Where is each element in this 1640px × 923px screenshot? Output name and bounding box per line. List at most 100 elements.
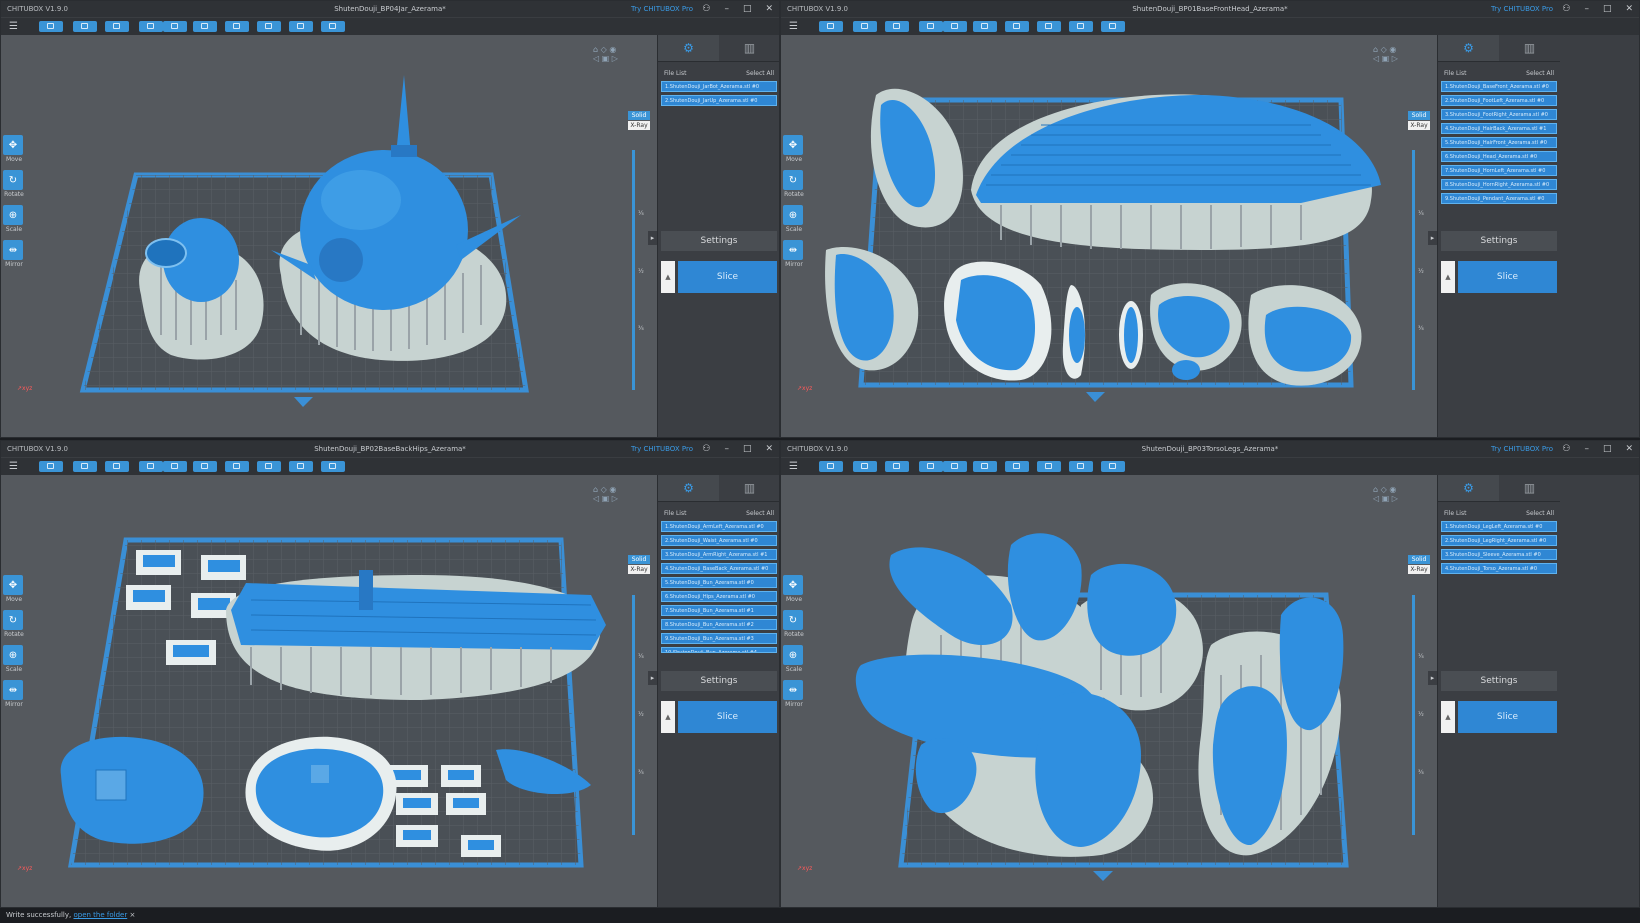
panel-collapse-button[interactable]: ▸: [1428, 231, 1437, 245]
cut-button[interactable]: [105, 21, 129, 32]
support-button[interactable]: [1069, 461, 1093, 472]
try-pro-link[interactable]: Try CHITUBOX Pro: [631, 445, 693, 453]
machine-button[interactable]: [1005, 461, 1029, 472]
view-cube[interactable]: ⌂ ◇ ◉ ◁ ▣ ▷: [593, 45, 618, 63]
machine-button[interactable]: [225, 21, 249, 32]
file-list-item[interactable]: 2.ShutenDouji_LegRight_Azerama.stl #0: [1441, 535, 1557, 546]
panel-collapse-button[interactable]: ▸: [648, 671, 657, 685]
layer-slider[interactable]: [1412, 595, 1415, 835]
undo-button[interactable]: [919, 21, 943, 32]
open-file-button[interactable]: [819, 461, 843, 472]
file-list-item[interactable]: 2.ShutenDouji_JarUp_Azerama.stl #0: [661, 95, 777, 106]
support-button[interactable]: [289, 461, 313, 472]
layout-button[interactable]: [1101, 461, 1125, 472]
close-icon[interactable]: ✕: [1625, 444, 1633, 454]
file-list-item[interactable]: 9.ShutenDouji_Pendant_Azerama.stl #0: [1441, 193, 1557, 204]
tab-settings-icon[interactable]: ⚙: [658, 475, 719, 501]
rotate-tool-button[interactable]: ↻: [3, 610, 23, 630]
machine-button[interactable]: [225, 461, 249, 472]
select-all-button[interactable]: Select All: [746, 510, 774, 517]
move-tool-button[interactable]: ✥: [3, 575, 23, 595]
mirror-tool-button[interactable]: ⇹: [3, 240, 23, 260]
redo-button[interactable]: [163, 461, 187, 472]
rotate-tool-button[interactable]: ↻: [783, 170, 803, 190]
xray-mode[interactable]: X-Ray: [1408, 121, 1430, 130]
open-file-button[interactable]: [39, 461, 63, 472]
user-icon[interactable]: ⚇: [1562, 4, 1570, 14]
slice-options-icon[interactable]: ▲: [1441, 261, 1455, 293]
file-list-item[interactable]: 1.ShutenDouji_LegLeft_Azerama.stl #0: [1441, 521, 1557, 532]
menu-icon[interactable]: ☰: [789, 461, 798, 472]
mirror-tool-button[interactable]: ⇹: [783, 680, 803, 700]
settings-button[interactable]: [193, 461, 217, 472]
maximize-icon[interactable]: □: [743, 4, 752, 14]
save-button[interactable]: [853, 21, 877, 32]
view-mode-toggle[interactable]: Solid X-Ray: [628, 111, 650, 130]
try-pro-link[interactable]: Try CHITUBOX Pro: [1491, 445, 1553, 453]
file-list-item[interactable]: 7.ShutenDouji_HornLeft_Azerama.stl #0: [1441, 165, 1557, 176]
maximize-icon[interactable]: □: [1603, 4, 1612, 14]
try-pro-link[interactable]: Try CHITUBOX Pro: [631, 5, 693, 13]
redo-button[interactable]: [943, 21, 967, 32]
hollow-button[interactable]: [1037, 461, 1061, 472]
xray-mode[interactable]: X-Ray: [628, 121, 650, 130]
3d-viewport[interactable]: ✥ Move ↻ Rotate ⊕ Scale ⇹ Mirror ⌂ ◇ ◉ ◁ ▣ ▷ …: [781, 35, 1437, 437]
settings-button[interactable]: [973, 21, 997, 32]
undo-button[interactable]: [139, 21, 163, 32]
file-list-item[interactable]: 9.ShutenDouji_Bun_Azerama.stl #3: [661, 633, 777, 644]
file-list-item[interactable]: 5.ShutenDouji_Bun_Azerama.stl #0: [661, 577, 777, 588]
view-mode-toggle[interactable]: Solid X-Ray: [1408, 555, 1430, 574]
view-mode-toggle[interactable]: Solid X-Ray: [1408, 111, 1430, 130]
file-list-item[interactable]: 8.ShutenDouji_Bun_Azerama.stl #2: [661, 619, 777, 630]
file-list-item[interactable]: 4.ShutenDouji_Torso_Azerama.stl #0: [1441, 563, 1557, 574]
user-icon[interactable]: ⚇: [702, 444, 710, 454]
file-list-item[interactable]: 1.ShutenDouji_ArmLeft_Azerama.stl #0: [661, 521, 777, 532]
machine-button[interactable]: [1005, 21, 1029, 32]
solid-mode[interactable]: Solid: [1408, 555, 1430, 564]
rotate-tool-button[interactable]: ↻: [783, 610, 803, 630]
settings-button[interactable]: Settings: [1441, 671, 1557, 691]
status-close-icon[interactable]: ×: [129, 911, 135, 919]
redo-button[interactable]: [943, 461, 967, 472]
file-list-item[interactable]: 3.ShutenDouji_FootRight_Azerama.stl #0: [1441, 109, 1557, 120]
solid-mode[interactable]: Solid: [628, 555, 650, 564]
hollow-button[interactable]: [257, 21, 281, 32]
scale-tool-button[interactable]: ⊕: [783, 645, 803, 665]
cut-button[interactable]: [885, 461, 909, 472]
slice-button[interactable]: Slice: [1458, 261, 1557, 293]
slice-options-icon[interactable]: ▲: [1441, 701, 1455, 733]
user-icon[interactable]: ⚇: [702, 4, 710, 14]
mirror-tool-button[interactable]: ⇹: [3, 680, 23, 700]
view-cube[interactable]: ⌂ ◇ ◉ ◁ ▣ ▷: [1373, 485, 1398, 503]
settings-button[interactable]: [193, 21, 217, 32]
menu-icon[interactable]: ☰: [9, 21, 18, 32]
close-icon[interactable]: ✕: [765, 4, 773, 14]
3d-viewport[interactable]: ✥ Move ↻ Rotate ⊕ Scale ⇹ Mirror ⌂ ◇ ◉ ◁ ▣ ▷ …: [1, 475, 657, 907]
xray-mode[interactable]: X-Ray: [628, 565, 650, 574]
redo-button[interactable]: [163, 21, 187, 32]
support-button[interactable]: [289, 21, 313, 32]
undo-button[interactable]: [139, 461, 163, 472]
file-list-item[interactable]: 4.ShutenDouji_BaseBack_Azerama.stl #0: [661, 563, 777, 574]
settings-button[interactable]: [973, 461, 997, 472]
tab-settings-icon[interactable]: ⚙: [1438, 475, 1499, 501]
maximize-icon[interactable]: □: [1603, 444, 1612, 454]
file-list-item[interactable]: 5.ShutenDouji_HairFront_Azerama.stl #0: [1441, 137, 1557, 148]
slice-options-icon[interactable]: ▲: [661, 701, 675, 733]
support-button[interactable]: [1069, 21, 1093, 32]
settings-button[interactable]: Settings: [1441, 231, 1557, 251]
open-file-button[interactable]: [819, 21, 843, 32]
select-all-button[interactable]: Select All: [746, 70, 774, 77]
cut-button[interactable]: [105, 461, 129, 472]
layer-slider[interactable]: [1412, 150, 1415, 390]
hollow-button[interactable]: [1037, 21, 1061, 32]
close-icon[interactable]: ✕: [765, 444, 773, 454]
panel-collapse-button[interactable]: ▸: [1428, 671, 1437, 685]
minimize-icon[interactable]: –: [724, 4, 729, 14]
file-list-item[interactable]: 6.ShutenDouji_Head_Azerama.stl #0: [1441, 151, 1557, 162]
scale-tool-button[interactable]: ⊕: [783, 205, 803, 225]
3d-viewport[interactable]: ✥ Move ↻ Rotate ⊕ Scale ⇹ Mirror ⌂ ◇ ◉ ◁ ▣ ▷ …: [781, 475, 1437, 907]
scale-tool-button[interactable]: ⊕: [3, 645, 23, 665]
layout-button[interactable]: [1101, 21, 1125, 32]
file-list-item[interactable]: 1.ShutenDouji_JarBot_Azerama.stl #0: [661, 81, 777, 92]
